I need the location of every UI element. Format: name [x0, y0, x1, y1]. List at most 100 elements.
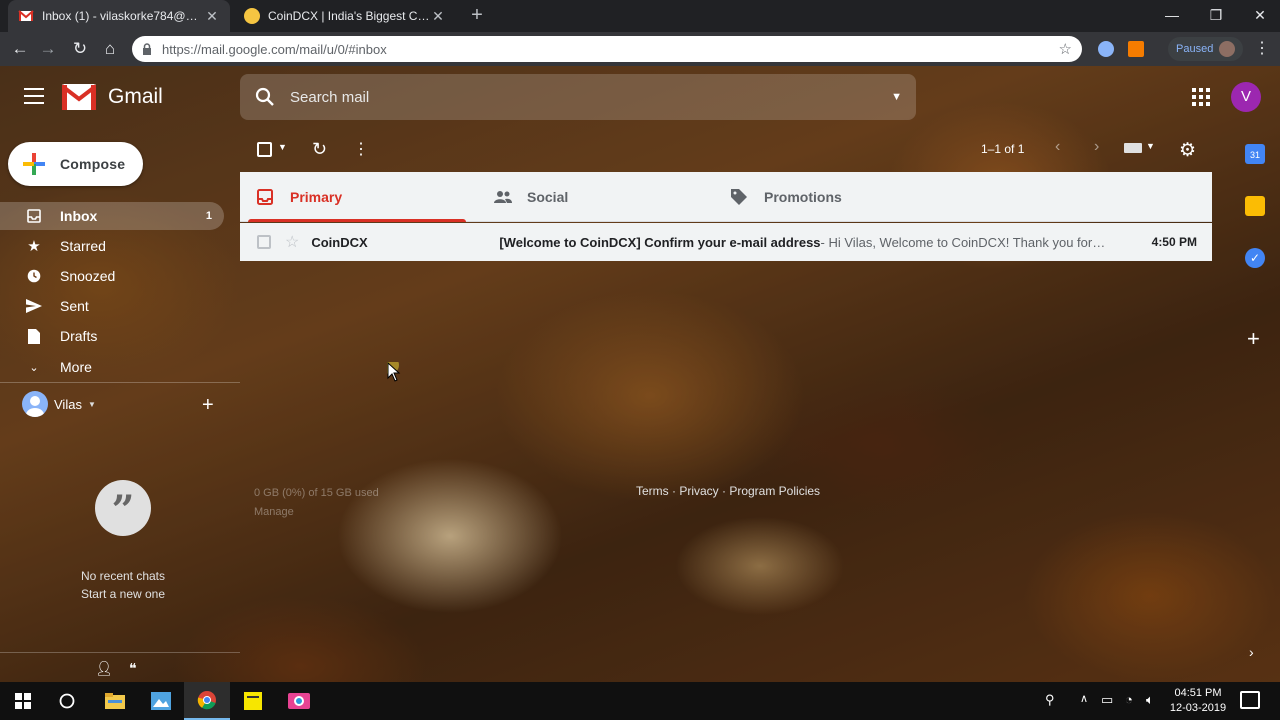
- compose-button[interactable]: Compose: [8, 142, 143, 186]
- hangouts-icon[interactable]: ❝: [129, 660, 137, 677]
- new-chat-plus-icon[interactable]: +: [202, 394, 214, 417]
- back-button[interactable]: ←: [8, 37, 32, 61]
- email-checkbox[interactable]: [257, 235, 271, 249]
- sidebar-item-snoozed[interactable]: Snoozed: [0, 262, 224, 290]
- select-dropdown-icon[interactable]: ▼: [278, 142, 287, 152]
- search-icon[interactable]: [254, 86, 276, 108]
- profile-avatar: [1219, 41, 1236, 57]
- tab-title: CoinDCX | India's Biggest Crypto Exchang…: [268, 9, 430, 23]
- older-page-icon[interactable]: ›: [1094, 138, 1099, 156]
- battery-icon[interactable]: ▭: [1101, 692, 1113, 708]
- email-snippet: - Hi Vilas, Welcome to CoinDCX! Thank yo…: [820, 234, 1106, 250]
- input-tools-icon[interactable]: [1124, 143, 1142, 153]
- sidebar-item-label: Inbox: [60, 208, 98, 224]
- search-bar[interactable]: ▼: [240, 74, 916, 120]
- send-icon: [26, 298, 42, 314]
- minimize-button[interactable]: —: [1150, 0, 1194, 32]
- storage-info: 0 GB (0%) of 15 GB used Manage: [254, 484, 379, 522]
- sidebar-item-label: Drafts: [60, 328, 98, 344]
- tab-gmail-inbox[interactable]: Inbox (1) - vilaskorke784@gmail.com - Gm…: [8, 0, 230, 32]
- gmail-logo-icon: [62, 84, 96, 110]
- forward-button[interactable]: →: [36, 37, 60, 61]
- side-panel: 31 ✓ + ›: [1230, 126, 1280, 682]
- sidebar-item-more[interactable]: ⌄ More: [0, 353, 224, 381]
- tasks-icon[interactable]: ✓: [1245, 248, 1265, 268]
- sidebar-item-drafts[interactable]: Drafts: [0, 322, 224, 350]
- start-new-chat-link[interactable]: Start a new one: [60, 585, 186, 603]
- tag-icon: [730, 188, 748, 206]
- add-on-plus-icon[interactable]: +: [1247, 326, 1260, 352]
- sidebar-item-starred[interactable]: ★ Starred: [0, 232, 224, 260]
- contacts-icon[interactable]: 👤︎: [95, 660, 113, 677]
- refresh-icon[interactable]: ↻: [312, 139, 327, 160]
- taskbar-clock[interactable]: 04:51 PM 12-03-2019: [1166, 686, 1230, 716]
- recorder-app-button[interactable]: [276, 682, 322, 720]
- sidebar-item-sent[interactable]: Sent: [0, 292, 224, 320]
- browser-menu-icon[interactable]: ⋮: [1250, 37, 1274, 61]
- bookmark-star-icon[interactable]: ☆: [1059, 40, 1072, 58]
- new-tab-button[interactable]: +: [466, 4, 488, 26]
- action-center-icon[interactable]: [1240, 691, 1260, 709]
- people-tray-icon[interactable]: ⚲: [1045, 692, 1055, 708]
- camera-icon: [288, 693, 310, 709]
- email-row[interactable]: ☆ CoinDCX [Welcome to CoinDCX] Confirm y…: [240, 223, 1212, 261]
- chrome-icon: [197, 691, 216, 710]
- search-input[interactable]: [290, 88, 892, 106]
- hangouts-user-switcher[interactable]: Vilas ▼: [22, 391, 96, 417]
- sidebar-item-label: Starred: [60, 238, 106, 254]
- reload-button[interactable]: ↻: [68, 37, 92, 61]
- close-window-button[interactable]: ✕: [1238, 0, 1280, 32]
- tab-promotions[interactable]: Promotions: [714, 172, 940, 222]
- input-tools-caret-icon[interactable]: ▼: [1146, 141, 1155, 151]
- expand-panel-icon[interactable]: ›: [1249, 644, 1254, 660]
- tab-label: Primary: [290, 189, 343, 205]
- home-button[interactable]: ⌂: [98, 37, 122, 61]
- lock-icon: [142, 43, 152, 55]
- settings-gear-icon[interactable]: ⚙: [1179, 139, 1196, 162]
- apps-grid-icon[interactable]: [1192, 88, 1210, 106]
- sticky-notes-button[interactable]: [230, 682, 276, 720]
- keep-icon[interactable]: [1245, 196, 1265, 216]
- select-all-checkbox[interactable]: [257, 142, 272, 157]
- hangouts-user-name: Vilas: [54, 396, 82, 412]
- browser-tab-strip: Inbox (1) - vilaskorke784@gmail.com - Gm…: [0, 0, 1280, 32]
- photos-app-button[interactable]: [138, 682, 184, 720]
- tab-label: Promotions: [764, 189, 842, 205]
- newer-page-icon[interactable]: ‹: [1055, 138, 1060, 156]
- chrome-taskbar-button[interactable]: [184, 682, 230, 720]
- tab-social[interactable]: Social: [477, 172, 703, 222]
- star-icon: ★: [27, 238, 41, 255]
- close-tab-icon[interactable]: ✕: [430, 8, 446, 25]
- cortana-search-button[interactable]: [44, 682, 90, 720]
- product-name: Gmail: [108, 85, 163, 108]
- manage-storage-link[interactable]: Manage: [254, 503, 379, 522]
- start-button[interactable]: [0, 682, 46, 720]
- hangouts-bottom-divider: [0, 652, 240, 653]
- tab-primary[interactable]: Primary: [240, 172, 466, 222]
- calendar-icon[interactable]: 31: [1245, 144, 1265, 164]
- search-options-icon[interactable]: ▼: [891, 91, 902, 103]
- caret-down-icon: ▼: [87, 399, 96, 409]
- email-subject: [Welcome to CoinDCX] Confirm your e-mail…: [499, 234, 821, 250]
- show-hidden-icons-chevron-icon[interactable]: ∧: [1080, 692, 1088, 705]
- tab-coindcx[interactable]: CoinDCX | India's Biggest Crypto Exchang…: [234, 0, 456, 32]
- footer-links[interactable]: Terms · Privacy · Program Policies: [636, 484, 820, 498]
- file-explorer-button[interactable]: [92, 682, 138, 720]
- extension-icon[interactable]: [1128, 41, 1144, 57]
- volume-icon[interactable]: 🔈︎: [1146, 692, 1154, 708]
- profile-paused-button[interactable]: Paused: [1168, 37, 1244, 61]
- extension-icon[interactable]: [1098, 41, 1114, 57]
- browser-toolbar: ← → ↻ ⌂ https://mail.google.com/mail/u/0…: [0, 32, 1280, 66]
- wifi-icon[interactable]: ◔: [1125, 692, 1133, 707]
- close-tab-icon[interactable]: ✕: [204, 8, 220, 25]
- sidebar-item-label: Snoozed: [60, 268, 116, 284]
- star-icon[interactable]: ☆: [285, 232, 299, 252]
- address-bar[interactable]: https://mail.google.com/mail/u/0/#inbox …: [132, 36, 1082, 62]
- more-options-icon[interactable]: ⋮: [353, 139, 369, 159]
- sidebar-item-inbox[interactable]: Inbox 1: [0, 202, 224, 230]
- account-avatar[interactable]: V: [1231, 82, 1261, 112]
- people-icon: [493, 188, 512, 206]
- restore-button[interactable]: ❐: [1194, 0, 1238, 32]
- main-menu-icon[interactable]: [24, 88, 44, 104]
- sticky-note-icon: [244, 692, 262, 710]
